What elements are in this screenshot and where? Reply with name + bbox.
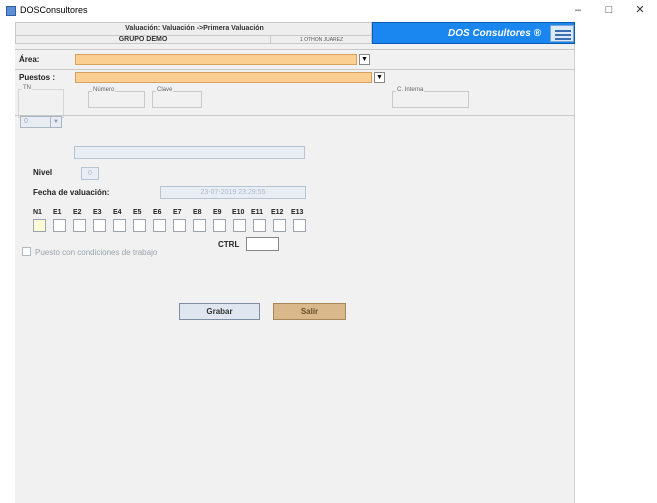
factor-label: E3	[93, 209, 102, 216]
title-bar: DOSConsultores – □ ✕	[0, 0, 657, 22]
user-name: 1 OTHON JUAREZ	[271, 35, 372, 44]
factor-input-e12[interactable]	[273, 219, 286, 232]
factor-input-e3[interactable]	[93, 219, 106, 232]
app-icon	[6, 6, 16, 16]
nivel-value: 0	[81, 167, 99, 180]
factor-label: E4	[113, 209, 122, 216]
brand-name: DOS Consultores ®	[448, 28, 541, 39]
area-dropdown-icon[interactable]: ▼	[359, 54, 370, 65]
nivel-label: Nivel	[33, 168, 53, 177]
ctrl-label: CTRL	[218, 240, 240, 249]
factor-input-e8[interactable]	[193, 219, 206, 232]
factor-label: E2	[73, 209, 82, 216]
fecha-label: Fecha de valuación:	[33, 188, 110, 197]
factor-input-e2[interactable]	[73, 219, 86, 232]
factor-label: E11	[251, 209, 264, 216]
numero-field: Número	[88, 87, 145, 108]
puestos-select[interactable]	[75, 72, 372, 83]
interna-field: C. Interna	[392, 87, 469, 108]
divider	[15, 49, 575, 50]
factor-label: E9	[213, 209, 222, 216]
factor-input-e13[interactable]	[293, 219, 306, 232]
main-frame: Valuación: Valuación ->Primera Valuación…	[15, 22, 575, 503]
minimize-button[interactable]: –	[563, 2, 593, 18]
fecha-value: 23-07-2019 23:29:55	[160, 186, 306, 199]
page-title: Valuación: Valuación ->Primera Valuación	[125, 25, 264, 32]
chevron-down-icon: ▼	[50, 117, 61, 127]
interna-legend: C. Interna	[396, 87, 425, 93]
clave-legend: Clave	[156, 87, 174, 93]
divider	[15, 115, 575, 116]
clave-field: Clave	[152, 87, 202, 108]
factor-label: E8	[193, 209, 202, 216]
area-select[interactable]	[75, 54, 357, 65]
factor-input-n1[interactable]	[33, 219, 46, 232]
grabar-button[interactable]: Grabar	[179, 303, 260, 320]
puestos-dropdown-icon[interactable]: ▼	[374, 72, 385, 83]
factor-input-e1[interactable]	[53, 219, 66, 232]
condiciones-checkbox[interactable]	[22, 247, 31, 256]
ctrl-input[interactable]	[246, 237, 279, 251]
factor-label: E10	[232, 209, 245, 216]
factor-label: E1	[53, 209, 62, 216]
factor-label: E12	[271, 209, 284, 216]
puestos-label: Puestos :	[19, 73, 56, 82]
area-label: Área:	[19, 55, 40, 64]
header-panel: Valuación: Valuación ->Primera Valuación…	[15, 22, 372, 44]
divider	[15, 69, 575, 70]
factor-input-e7[interactable]	[173, 219, 186, 232]
factor-label: N1	[33, 209, 42, 216]
tn-group: TN	[18, 85, 64, 118]
salir-button[interactable]: Salir	[273, 303, 346, 320]
numero-legend: Número	[92, 87, 116, 93]
dos-logo-icon	[550, 25, 574, 42]
company-name: GRUPO DEMO	[16, 35, 271, 44]
puesto-description	[74, 146, 305, 159]
factor-input-e10[interactable]	[233, 219, 246, 232]
close-button[interactable]: ✕	[625, 2, 655, 18]
factor-input-e9[interactable]	[213, 219, 226, 232]
tn-legend: TN	[22, 85, 32, 91]
factor-label: E13	[291, 209, 304, 216]
factor-label: E5	[133, 209, 142, 216]
window-title: DOSConsultores	[20, 5, 88, 15]
factor-input-e6[interactable]	[153, 219, 166, 232]
factor-label: E7	[173, 209, 182, 216]
factor-input-e11[interactable]	[253, 219, 266, 232]
tn-value: 0	[24, 118, 28, 125]
maximize-button[interactable]: □	[594, 2, 624, 18]
brand-banner: DOS Consultores ®	[372, 22, 575, 44]
factor-input-e4[interactable]	[113, 219, 126, 232]
tn-combo: 0 ▼	[20, 116, 62, 128]
factor-input-e5[interactable]	[133, 219, 146, 232]
condiciones-label: Puesto con condiciones de trabajo	[35, 248, 158, 257]
factor-label: E6	[153, 209, 162, 216]
